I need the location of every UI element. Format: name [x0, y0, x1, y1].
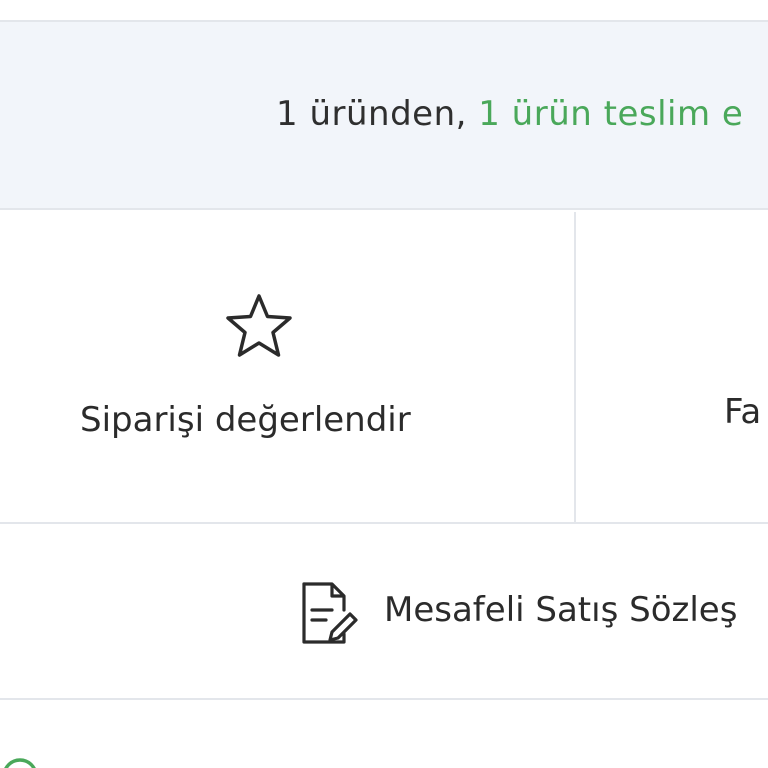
order-detail-page: 1 üründen, 1 ürün teslim e Siparişi değe…: [0, 0, 768, 768]
distance-sales-contract-button[interactable]: Mesafeli Satış Sözleş: [0, 524, 768, 700]
summary-prefix: 1 üründen,: [276, 94, 479, 134]
delivery-summary-text: 1 üründen, 1 ürün teslim e: [276, 94, 743, 134]
delivery-summary-banner: 1 üründen, 1 ürün teslim e: [0, 22, 768, 210]
bottom-row: [0, 700, 768, 768]
summary-delivered-highlight: 1 ürün teslim e: [478, 94, 744, 134]
rate-order-label: Siparişi değerlendir: [80, 400, 411, 440]
invoice-label: Fa: [724, 392, 762, 432]
invoice-button[interactable]: Fa: [578, 212, 768, 522]
star-outline-icon: [226, 294, 292, 357]
circle-icon: [4, 758, 36, 768]
top-divider: [0, 0, 768, 22]
distance-sales-contract-label: Mesafeli Satış Sözleş: [384, 590, 738, 630]
order-actions-row: Siparişi değerlendir Fa: [0, 212, 768, 524]
rate-order-button[interactable]: Siparişi değerlendir: [0, 212, 576, 522]
document-edit-icon: [302, 582, 358, 644]
